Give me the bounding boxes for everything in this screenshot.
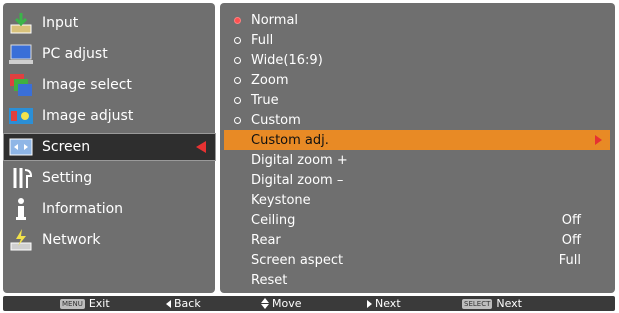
radio-icon: [234, 116, 241, 124]
image-adjust-icon: [9, 104, 33, 128]
screen-options-panel: Normal Full Wide(16:9) Zoom True Custom …: [220, 3, 615, 293]
menu-item-label: Setting: [42, 170, 93, 186]
menu-item-label: Screen: [42, 139, 91, 155]
footer-label: Move: [272, 297, 302, 310]
option-label: Keystone: [251, 192, 311, 208]
menu-item-information[interactable]: Information: [3, 195, 215, 223]
footer-move: Move: [261, 297, 302, 310]
footer-next: Next: [367, 297, 401, 310]
menu-item-input[interactable]: Input: [3, 9, 215, 37]
option-custom[interactable]: Custom: [232, 110, 610, 130]
screen-icon: [9, 135, 33, 159]
menu-item-label: Information: [42, 201, 124, 217]
option-label: Full: [251, 32, 274, 48]
menu-item-image-adjust[interactable]: Image adjust: [3, 102, 215, 130]
menu-item-label: Image adjust: [42, 108, 134, 124]
radio-icon: [234, 76, 241, 84]
menu-item-pc-adjust[interactable]: PC adjust: [3, 40, 215, 68]
footer-back: Back: [166, 297, 201, 310]
option-value: Off: [561, 232, 581, 248]
key-guide-bar: MENU Exit Back Move Next SELECT Next: [3, 296, 615, 311]
radio-icon: [234, 96, 241, 104]
left-arrow-icon: [166, 299, 171, 308]
option-normal[interactable]: Normal: [232, 10, 610, 30]
radio-selected-icon: [234, 16, 241, 24]
radio-icon: [234, 56, 241, 64]
footer-label: Back: [174, 297, 201, 310]
option-keystone[interactable]: Keystone: [251, 190, 611, 210]
option-label: Zoom: [251, 72, 289, 88]
option-value: Off: [561, 212, 581, 228]
network-icon: [9, 228, 33, 252]
selected-indicator-arrow: [196, 141, 206, 153]
option-label: Normal: [251, 12, 299, 28]
right-arrow-icon: [367, 299, 372, 308]
option-wide[interactable]: Wide(16:9): [232, 50, 610, 70]
option-label: True: [251, 92, 279, 108]
footer-exit: MENU Exit: [60, 297, 110, 310]
option-value: Full: [558, 252, 581, 268]
up-down-arrow-icon: [261, 298, 269, 309]
option-label: Digital zoom –: [251, 172, 344, 188]
option-true[interactable]: True: [232, 90, 610, 110]
option-label: Wide(16:9): [251, 52, 323, 68]
footer-label: Next: [496, 297, 522, 310]
option-ceiling[interactable]: Ceiling Off: [251, 210, 611, 230]
option-reset[interactable]: Reset: [251, 270, 611, 290]
option-rear[interactable]: Rear Off: [251, 230, 611, 250]
information-icon: [9, 197, 33, 221]
option-custom-adj[interactable]: Custom adj.: [224, 130, 610, 150]
menu-item-label: PC adjust: [42, 46, 108, 62]
input-icon: [9, 11, 33, 35]
footer-select-next: SELECT Next: [462, 297, 522, 310]
option-label: Screen aspect: [251, 252, 344, 268]
option-screen-aspect[interactable]: Screen aspect Full: [251, 250, 611, 270]
image-select-icon: [9, 73, 33, 97]
menu-item-label: Network: [42, 232, 101, 248]
option-full[interactable]: Full: [232, 30, 610, 50]
radio-icon: [234, 36, 241, 44]
option-digital-zoom-plus[interactable]: Digital zoom +: [251, 150, 611, 170]
option-label: Custom adj.: [251, 132, 329, 148]
menu-item-screen[interactable]: Screen: [3, 133, 216, 161]
menu-item-label: Image select: [42, 77, 132, 93]
pc-adjust-icon: [9, 42, 33, 66]
option-label: Ceiling: [251, 212, 296, 228]
option-zoom[interactable]: Zoom: [232, 70, 610, 90]
option-label: Digital zoom +: [251, 152, 348, 168]
footer-label: Exit: [88, 297, 110, 310]
menu-item-network[interactable]: Network: [3, 226, 215, 254]
option-label: Custom: [251, 112, 301, 128]
footer-label: Next: [375, 297, 401, 310]
option-label: Rear: [251, 232, 281, 248]
submenu-arrow-icon: [595, 135, 602, 145]
option-digital-zoom-minus[interactable]: Digital zoom –: [251, 170, 611, 190]
setting-icon: [9, 166, 33, 190]
main-menu-panel: Input PC adjust Image select Image adjus…: [3, 3, 216, 293]
menu-item-label: Input: [42, 15, 79, 31]
select-key-icon: SELECT: [462, 298, 493, 309]
menu-item-setting[interactable]: Setting: [3, 164, 215, 192]
menu-key-icon: MENU: [60, 298, 85, 309]
menu-item-image-select[interactable]: Image select: [3, 71, 215, 99]
option-label: Reset: [251, 272, 288, 288]
